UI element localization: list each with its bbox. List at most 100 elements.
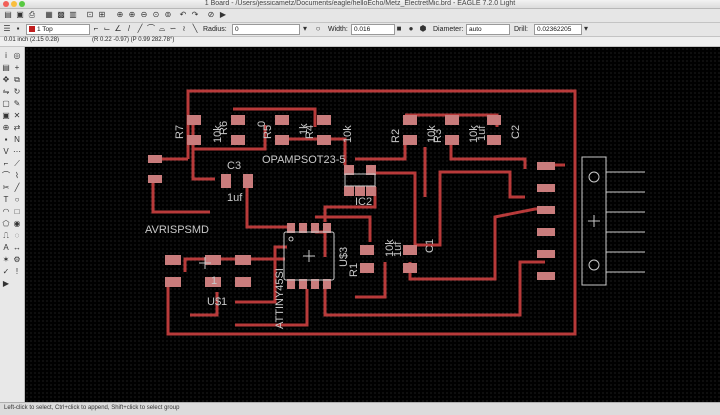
split-icon[interactable]: ⟋ <box>12 159 22 169</box>
route-icon[interactable]: ⌇ <box>12 171 22 181</box>
ulp-icon[interactable]: ▶ <box>1 279 11 289</box>
ripup-icon[interactable]: ✂ <box>1 183 11 193</box>
layer-select[interactable]: 1 Top <box>26 24 90 35</box>
hole-icon[interactable]: ◌ <box>12 231 22 241</box>
layer-color-icon[interactable]: ▪ <box>13 24 23 34</box>
label-avrisp: AVRISPSMD <box>145 224 209 236</box>
wire-bend-1-icon[interactable]: ⌙ <box>102 24 112 34</box>
zoom-in-icon[interactable]: ⊕ <box>127 10 137 20</box>
wire-bend-3-icon[interactable]: / <box>124 24 134 34</box>
rect-icon[interactable]: □ <box>12 207 22 217</box>
layer-settings-icon[interactable]: ☰ <box>2 24 12 34</box>
width-field[interactable]: 0.016 <box>351 24 395 35</box>
display-icon[interactable]: ▤ <box>1 63 11 73</box>
pad <box>366 186 376 196</box>
label-r3: R3 <box>432 129 444 143</box>
save-icon[interactable]: ▣ <box>15 10 25 20</box>
print-icon[interactable]: ⎙ <box>27 10 37 20</box>
optimize-icon[interactable]: ⌒ <box>1 171 11 181</box>
window-title: 1 Board - /Users/jessicametz/Documents/e… <box>204 0 516 7</box>
pad <box>148 155 162 163</box>
coordinate-bar: 0.01 inch (2.15 0.28) (R 0.22 -0.97) (P … <box>0 37 720 47</box>
radius-dropdown-icon[interactable]: ▾ <box>300 24 310 34</box>
stop-icon[interactable]: ⊘ <box>206 10 216 20</box>
drill-label: Drill: <box>514 26 528 33</box>
mirror-icon[interactable]: ⇋ <box>1 87 11 97</box>
via-square-icon[interactable]: ■ <box>394 24 404 34</box>
drill-dropdown-icon[interactable]: ▾ <box>581 24 591 34</box>
wire-bend-7-icon[interactable]: ∽ <box>168 24 178 34</box>
wire-style-icon[interactable]: ╲ <box>190 24 200 34</box>
delete-icon[interactable]: ✕ <box>12 111 22 121</box>
show-icon[interactable]: ◎ <box>12 51 22 61</box>
pad <box>487 115 501 125</box>
copy-icon[interactable]: ⧉ <box>12 75 22 85</box>
board-icon[interactable]: ▩ <box>56 10 66 20</box>
ic-outline <box>344 173 376 187</box>
info-icon[interactable]: i <box>1 51 11 61</box>
ratsnest-icon[interactable]: ✶ <box>1 255 11 265</box>
cam-icon[interactable]: ▦ <box>44 10 54 20</box>
via-shape-round-icon[interactable]: ○ <box>313 24 323 34</box>
dimension-icon[interactable]: ↔ <box>12 243 22 253</box>
polygon-icon[interactable]: ⬠ <box>1 219 11 229</box>
autorouter-icon[interactable]: ⚙ <box>12 255 22 265</box>
drc-icon[interactable]: ✓ <box>1 267 11 277</box>
pad <box>148 175 162 183</box>
pad <box>165 255 181 265</box>
signal-icon[interactable]: ⎍ <box>1 231 11 241</box>
paste-icon[interactable]: ▣ <box>1 111 11 121</box>
undo-icon[interactable]: ↶ <box>178 10 188 20</box>
pad <box>403 115 417 125</box>
run-icon[interactable]: ⊞ <box>97 10 107 20</box>
open-icon[interactable]: ▤ <box>3 10 13 20</box>
redo-icon[interactable]: ↷ <box>190 10 200 20</box>
pad <box>537 272 555 280</box>
via-round-icon[interactable]: ● <box>406 24 416 34</box>
pad <box>537 250 555 258</box>
board-canvas[interactable]: R7 10k R6 0 R5 1k R4 10k R2 10k R3 10k 1… <box>25 47 720 402</box>
mark-icon[interactable]: + <box>12 63 22 73</box>
pad <box>317 115 331 125</box>
replace-icon[interactable]: ⇄ <box>12 123 22 133</box>
drill-field[interactable]: 0.02362205 <box>534 24 582 35</box>
zoom-select-icon[interactable]: ⊚ <box>163 10 173 20</box>
circle-icon[interactable]: ○ <box>12 195 22 205</box>
move-icon[interactable]: ✥ <box>1 75 11 85</box>
errors-icon[interactable]: ! <box>12 267 22 277</box>
add-icon[interactable]: ⊕ <box>1 123 11 133</box>
text-icon[interactable]: T <box>1 195 11 205</box>
diameter-field[interactable]: auto <box>466 24 510 35</box>
wire-bend-4-icon[interactable]: ╱ <box>135 24 145 34</box>
script-icon[interactable]: ⊡ <box>85 10 95 20</box>
zoom-redraw-icon[interactable]: ⊙ <box>151 10 161 20</box>
wire-icon[interactable]: ╱ <box>12 183 22 193</box>
zoom-fit-icon[interactable]: ⊕ <box>115 10 125 20</box>
status-bar: Left-click to select, Ctrl+click to appe… <box>0 402 720 415</box>
pad <box>275 135 289 145</box>
label-r7: R7 <box>174 125 186 139</box>
go-icon[interactable]: ▶ <box>218 10 228 20</box>
wire-bend-0-icon[interactable]: ⌐ <box>91 24 101 34</box>
arc-icon[interactable]: ◠ <box>1 207 11 217</box>
pad <box>487 135 501 145</box>
wire-bend-8-icon[interactable]: ≀ <box>179 24 189 34</box>
radius-field[interactable]: 0 <box>232 24 300 35</box>
smash-icon[interactable]: ⋯ <box>12 147 22 157</box>
zoom-out-icon[interactable]: ⊖ <box>139 10 149 20</box>
attribute-icon[interactable]: A <box>1 243 11 253</box>
value-icon[interactable]: V <box>1 147 11 157</box>
wire-bend-5-icon[interactable]: ⌒ <box>146 24 156 34</box>
miter-icon[interactable]: ⌐ <box>1 159 11 169</box>
wire-bend-2-icon[interactable]: ∠ <box>113 24 123 34</box>
schematic-icon[interactable]: ▥ <box>68 10 78 20</box>
group-icon[interactable]: ▢ <box>1 99 11 109</box>
lock-icon[interactable]: ▪ <box>1 135 11 145</box>
via-octagon-icon[interactable]: ⬢ <box>418 24 428 34</box>
via-icon[interactable]: ◉ <box>12 219 22 229</box>
change-icon[interactable]: ✎ <box>12 99 22 109</box>
label-c2: C2 <box>510 125 522 139</box>
wire-bend-6-icon[interactable]: ⌓ <box>157 24 167 34</box>
name-icon[interactable]: N <box>12 135 22 145</box>
rotate-icon[interactable]: ↻ <box>12 87 22 97</box>
